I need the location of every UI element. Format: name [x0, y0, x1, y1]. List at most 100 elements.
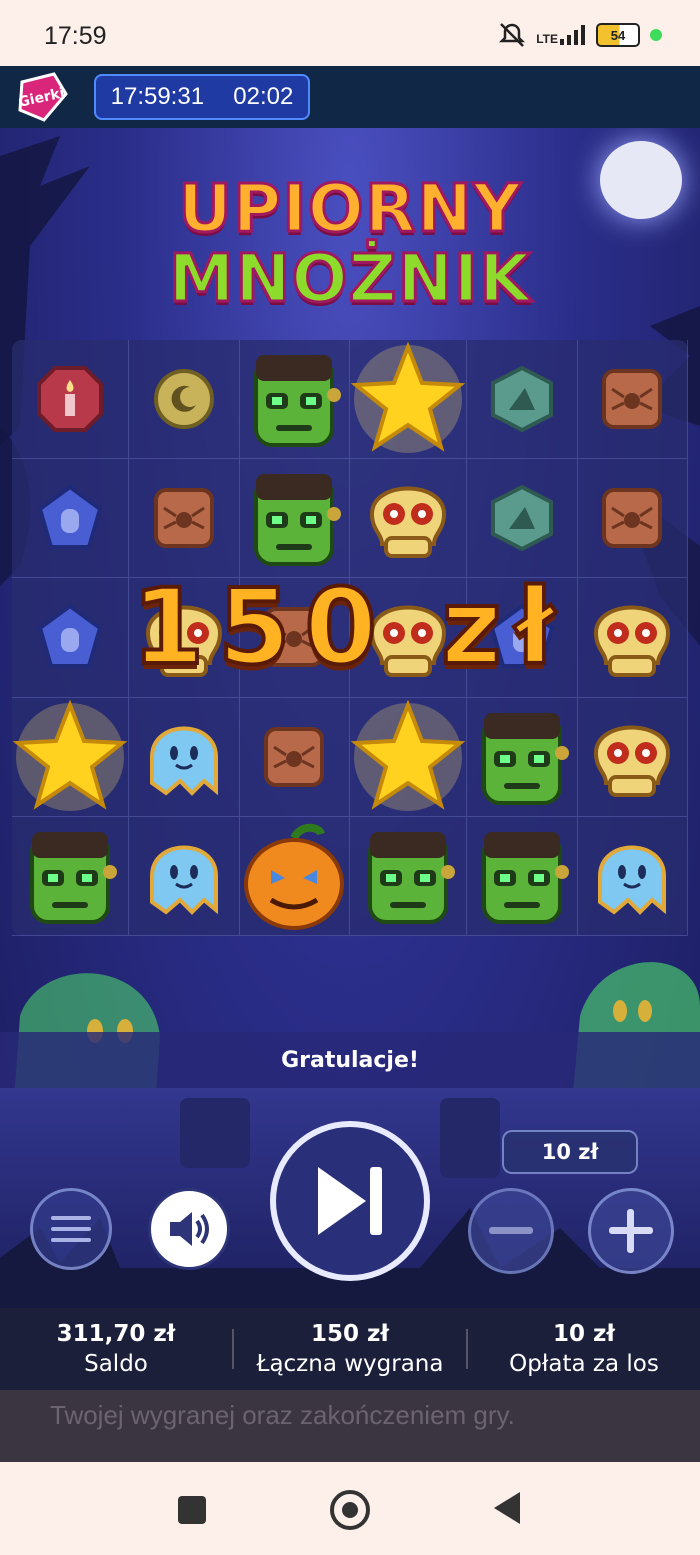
- frankenstein-icon: [244, 464, 344, 572]
- reel-cell: [577, 697, 688, 817]
- spider-tile-icon: [152, 486, 216, 550]
- reel-cell: [577, 816, 688, 936]
- total-win-value: 150 zł: [311, 1321, 389, 1347]
- balance-label: Saldo: [84, 1351, 148, 1377]
- game-title: UPIORNY MNOŻNIK: [0, 170, 700, 317]
- reel-cell: [12, 578, 129, 698]
- status-time: 17:59: [44, 22, 107, 50]
- play-button[interactable]: [270, 1121, 430, 1281]
- battery-level: 54: [610, 27, 626, 43]
- reel-cell: [467, 459, 578, 579]
- reel-cell: [129, 340, 240, 460]
- star-icon: [350, 341, 466, 457]
- ghost-icon: [584, 828, 680, 924]
- frankenstein-icon: [244, 345, 344, 453]
- balance-value: 311,70 zł: [56, 1321, 176, 1347]
- status-icons: LTE 54: [498, 22, 662, 48]
- moon-coin-icon: [152, 367, 216, 431]
- pumpkin-icon: [241, 820, 347, 932]
- tombstone-gem-icon: [37, 604, 103, 670]
- game-top-bar: Gierki 17:59:31 02:02: [0, 66, 700, 128]
- increase-stake-button[interactable]: [588, 1188, 674, 1274]
- signal-icon: LTE: [536, 25, 586, 45]
- spider-tile-icon: [262, 725, 326, 789]
- underlying-text: Twojej wygranej oraz zakończeniem gry.: [50, 1400, 515, 1430]
- star-icon: [12, 699, 128, 815]
- recents-button[interactable]: [178, 1496, 206, 1524]
- network-type: LTE: [536, 32, 558, 46]
- reel-cell: [12, 697, 129, 817]
- total-win-panel: 150 zł Łączna wygrana: [234, 1321, 466, 1377]
- reel-cell: [129, 816, 240, 936]
- reel-cell: [12, 816, 129, 936]
- frankenstein-icon: [472, 703, 572, 811]
- reel-cell: [239, 459, 350, 579]
- game-footer: 311,70 zł Saldo 150 zł Łączna wygrana 10…: [0, 1308, 700, 1390]
- sound-button[interactable]: [148, 1188, 230, 1270]
- privacy-dot: [650, 29, 662, 41]
- session-timer: 02:02: [233, 83, 294, 110]
- skip-play-icon: [318, 1167, 382, 1235]
- spider-tile-icon: [600, 486, 664, 550]
- balance-panel: 311,70 zł Saldo: [0, 1321, 232, 1377]
- menu-button[interactable]: [30, 1188, 112, 1270]
- reel-cell: [12, 459, 129, 579]
- win-amount: 150 zł: [130, 564, 569, 690]
- hamburger-icon: [51, 1216, 91, 1242]
- witch-hat-gem-icon: [489, 366, 555, 433]
- skull-icon: [358, 468, 458, 568]
- underlying-page: Twojej wygranej oraz zakończeniem gry.: [0, 1390, 700, 1462]
- reel-cell: [350, 697, 467, 817]
- reel-cell: [350, 340, 467, 460]
- star-icon: [350, 699, 466, 815]
- reel-cell: [239, 697, 350, 817]
- reel-cell: [577, 340, 688, 460]
- reel-cell: [239, 340, 350, 460]
- reel-cell: [239, 816, 350, 936]
- plus-icon: [609, 1209, 653, 1253]
- frankenstein-icon: [472, 822, 572, 930]
- clock-time: 17:59:31: [110, 83, 205, 110]
- reel-cell: [350, 816, 467, 936]
- reel-cell: [467, 816, 578, 936]
- back-button[interactable]: [494, 1492, 520, 1524]
- spider-tile-icon: [600, 367, 664, 431]
- mute-bell-icon: [499, 23, 526, 47]
- reel-cell: [467, 340, 578, 460]
- status-bar: 17:59 LTE 54: [0, 0, 700, 66]
- battery-icon: 54: [596, 23, 640, 47]
- reel-cell: [129, 697, 240, 817]
- reel-cell: [350, 459, 467, 579]
- title-line-2: MNOŻNIK: [167, 240, 532, 317]
- message-bar: Gratulacje!: [0, 1032, 700, 1088]
- frankenstein-icon: [20, 822, 120, 930]
- home-button[interactable]: [330, 1490, 370, 1530]
- fee-label: Opłata za los: [509, 1351, 659, 1377]
- game-area: Gierki 17:59:31 02:02 UPIORNY MNOŻNIK 15…: [0, 66, 700, 1390]
- candle-gem-icon: [35, 364, 105, 434]
- session-clock: 17:59:31 02:02: [94, 74, 310, 120]
- ghost-icon: [136, 709, 232, 805]
- fee-panel: 10 zł Opłata za los: [468, 1321, 700, 1377]
- fee-value: 10 zł: [553, 1321, 615, 1347]
- gierki-logo[interactable]: Gierki: [14, 72, 72, 124]
- total-win-label: Łączna wygrana: [256, 1351, 444, 1377]
- reel-cell: [129, 459, 240, 579]
- speaker-icon: [170, 1212, 209, 1246]
- skull-icon: [582, 707, 682, 807]
- reel-cell: [467, 697, 578, 817]
- ghost-icon: [136, 828, 232, 924]
- decrease-stake-button[interactable]: [468, 1188, 554, 1274]
- reel-cell: [12, 340, 129, 460]
- witch-hat-gem-icon: [489, 485, 555, 552]
- frankenstein-icon: [358, 822, 458, 930]
- tombstone-gem-icon: [37, 485, 103, 551]
- message-text: Gratulacje!: [281, 1047, 419, 1073]
- reel-cell: [577, 459, 688, 579]
- title-line-1: UPIORNY: [177, 170, 522, 247]
- reel-cell: [577, 578, 688, 698]
- skull-icon: [582, 587, 682, 687]
- minus-icon: [489, 1227, 533, 1234]
- android-nav-bar: [0, 1462, 700, 1555]
- stake-display[interactable]: 10 zł: [502, 1130, 638, 1174]
